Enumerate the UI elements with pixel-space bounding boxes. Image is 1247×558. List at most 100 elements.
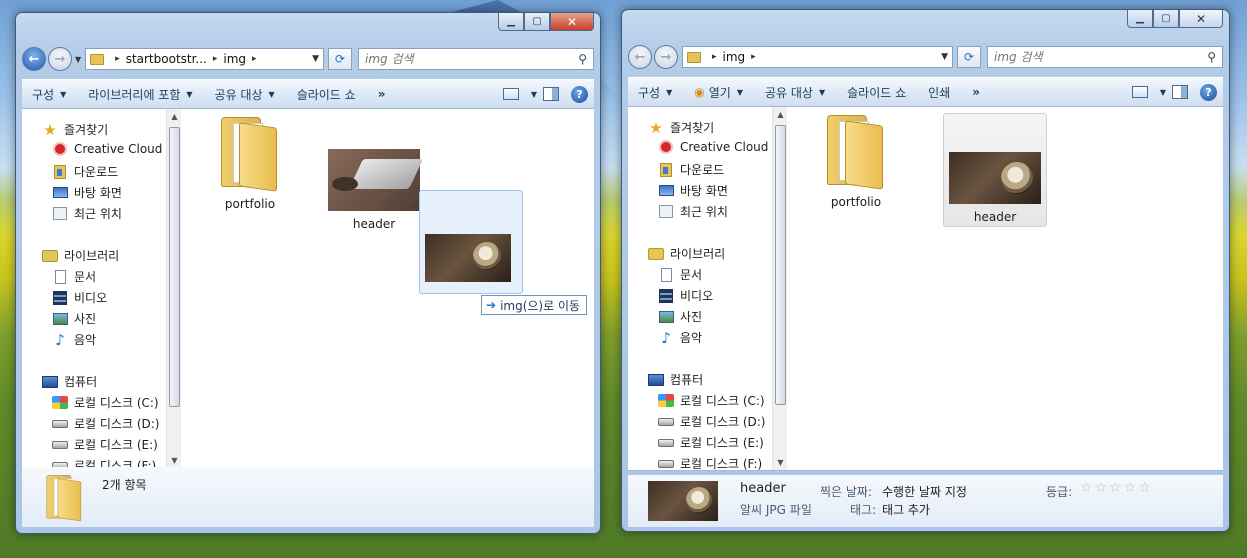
history-dropdown[interactable]: ▼ (75, 55, 81, 64)
rating-star-icon[interactable]: ☆ (1109, 480, 1124, 496)
open-button[interactable]: ◉ 열기 ▼ (694, 84, 743, 101)
search-box[interactable]: ⚲ (358, 48, 594, 70)
sidebar-item-downloads[interactable]: 다운로드 (658, 161, 724, 178)
breadcrumb-current[interactable]: img (223, 52, 246, 66)
sidebar-item-recent[interactable]: 최근 위치 (52, 205, 122, 222)
breadcrumb-parent[interactable]: startbootstr... (126, 52, 207, 66)
close-button[interactable]: ✕ (550, 13, 594, 31)
sidebar-item-desktop[interactable]: 바탕 화면 (52, 184, 122, 201)
rating-stars[interactable]: ☆☆☆☆☆ (1080, 480, 1153, 496)
file-item-image[interactable]: header (322, 149, 426, 231)
refresh-icon[interactable]: ⟳ (328, 48, 352, 70)
maximize-button[interactable]: ▢ (524, 13, 550, 31)
slideshow-button[interactable]: 슬라이드 쇼 (297, 86, 356, 103)
search-icon[interactable]: ⚲ (1207, 50, 1216, 64)
tags-value[interactable]: 태그 추가 (882, 501, 930, 518)
search-input[interactable] (994, 50, 1208, 64)
share-button[interactable]: 공유 대상 ▼ (215, 86, 275, 103)
maximize-button[interactable]: ▢ (1153, 10, 1179, 28)
sidebar-item-pictures[interactable]: 사진 (658, 308, 702, 325)
sidebar-item-desktop[interactable]: 바탕 화면 (658, 182, 728, 199)
file-list[interactable]: portfolio header (788, 107, 1223, 470)
address-dropdown[interactable]: ▼ (312, 54, 319, 64)
sidebar-item-pictures[interactable]: 사진 (52, 310, 96, 327)
scroll-up-arrow[interactable]: ▲ (773, 107, 788, 122)
sidebar-item-music[interactable]: ♪ 음악 (658, 329, 702, 347)
forward-icon[interactable]: → (48, 47, 72, 71)
sidebar-item-favorites[interactable]: ★ 즐겨찾기 (648, 119, 714, 137)
address-bar[interactable]: ▸ img ▸ ▼ (682, 46, 953, 68)
sidebar-item-music[interactable]: ♪ 음악 (52, 331, 96, 349)
address-bar[interactable]: ▸ startbootstr... ▸ img ▸ ▼ (85, 48, 324, 70)
sidebar-item-drive-e[interactable]: 로컬 디스크 (E:) (52, 436, 158, 453)
forward-icon[interactable]: → (654, 45, 678, 69)
scroll-down-arrow[interactable]: ▼ (167, 453, 182, 468)
view-icon[interactable] (502, 88, 519, 100)
sidebar-item-libraries[interactable]: 라이브러리 (648, 245, 725, 262)
file-list[interactable]: portfolio header (182, 109, 594, 468)
recent-places-icon (659, 205, 673, 218)
sidebar-item-creative-cloud[interactable]: Creative Cloud F (52, 142, 173, 156)
refresh-icon[interactable]: ⟳ (957, 46, 981, 68)
sidebar-item-videos[interactable]: 비디오 (52, 289, 107, 306)
search-icon[interactable]: ⚲ (578, 52, 587, 66)
sidebar-scrollbar[interactable]: ▲ ▼ (166, 109, 181, 468)
date-taken-value[interactable]: 수행한 날짜 지정 (882, 483, 967, 500)
slideshow-button[interactable]: 슬라이드 쇼 (847, 84, 906, 101)
rating-star-icon[interactable]: ☆ (1124, 480, 1139, 496)
sidebar-item-videos[interactable]: 비디오 (658, 287, 713, 304)
sidebar-scrollbar[interactable]: ▲ ▼ (772, 107, 787, 470)
preview-pane-icon[interactable] (1172, 85, 1188, 99)
explorer-window-right[interactable]: ▁ ▢ ✕ ← → ▸ img ▸ ▼ ⟳ ⚲ 구성▼ ◉열기▼ 공유 대상▼ … (621, 9, 1230, 532)
rating-star-icon[interactable]: ☆ (1138, 480, 1153, 496)
organize-button[interactable]: 구성 ▼ (32, 86, 66, 103)
explorer-window-left[interactable]: ▁ ▢ ✕ ← → ▼ ▸ startbootstr... ▸ img ▸ ▼ … (15, 12, 601, 534)
file-item-image-selected[interactable]: header (943, 113, 1047, 227)
pictures-icon (658, 310, 674, 323)
view-dropdown[interactable]: ▼ (531, 90, 537, 99)
more-commands-button[interactable]: » (972, 85, 980, 99)
more-commands-button[interactable]: » (378, 87, 386, 101)
close-button[interactable]: ✕ (1179, 10, 1223, 28)
scroll-down-arrow[interactable]: ▼ (773, 455, 788, 470)
sidebar-item-computer[interactable]: 컴퓨터 (648, 371, 703, 388)
search-input[interactable] (365, 52, 579, 66)
sidebar-item-drive-d[interactable]: 로컬 디스크 (D:) (52, 415, 159, 432)
sidebar-item-recent[interactable]: 최근 위치 (658, 203, 728, 220)
address-dropdown[interactable]: ▼ (941, 52, 948, 62)
search-box[interactable]: ⚲ (987, 46, 1223, 68)
file-item-folder[interactable]: portfolio (804, 115, 908, 209)
minimize-button[interactable]: ▁ (1127, 10, 1153, 28)
view-dropdown[interactable]: ▼ (1160, 88, 1166, 97)
sidebar-item-drive-e[interactable]: 로컬 디스크 (E:) (658, 434, 764, 451)
scroll-up-arrow[interactable]: ▲ (167, 109, 182, 124)
include-library-button[interactable]: 라이브러리에 포함 ▼ (88, 86, 192, 103)
sidebar-item-documents[interactable]: 문서 (658, 266, 702, 283)
sidebar-item-drive-f[interactable]: 로컬 디스크 (F:) (658, 455, 762, 472)
organize-button[interactable]: 구성 ▼ (638, 84, 672, 101)
share-button[interactable]: 공유 대상 ▼ (765, 84, 825, 101)
scroll-thumb[interactable] (169, 127, 180, 407)
sidebar-item-drive-c[interactable]: 로컬 디스크 (C:) (658, 392, 765, 409)
rating-star-icon[interactable]: ☆ (1080, 480, 1095, 496)
sidebar-item-documents[interactable]: 문서 (52, 268, 96, 285)
breadcrumb-current[interactable]: img (723, 50, 746, 64)
preview-pane-icon[interactable] (543, 87, 559, 101)
sidebar-item-favorites[interactable]: ★ 즐겨찾기 (42, 121, 108, 139)
file-item-folder[interactable]: portfolio (198, 117, 302, 211)
sidebar-item-drive-c[interactable]: 로컬 디스크 (C:) (52, 394, 159, 411)
print-button[interactable]: 인쇄 (928, 84, 950, 101)
help-icon[interactable]: ? (571, 85, 588, 103)
back-icon[interactable]: ← (628, 45, 652, 69)
minimize-button[interactable]: ▁ (498, 13, 524, 31)
sidebar-item-computer[interactable]: 컴퓨터 (42, 373, 97, 390)
view-icon[interactable] (1131, 86, 1148, 98)
scroll-thumb[interactable] (775, 125, 786, 405)
rating-star-icon[interactable]: ☆ (1095, 480, 1110, 496)
sidebar-item-libraries[interactable]: 라이브러리 (42, 247, 119, 264)
sidebar-item-drive-d[interactable]: 로컬 디스크 (D:) (658, 413, 765, 430)
sidebar-item-downloads[interactable]: 다운로드 (52, 163, 118, 180)
help-icon[interactable]: ? (1200, 83, 1217, 101)
sidebar-item-creative-cloud[interactable]: Creative Cloud F (658, 140, 779, 154)
back-icon[interactable]: ← (22, 47, 46, 71)
